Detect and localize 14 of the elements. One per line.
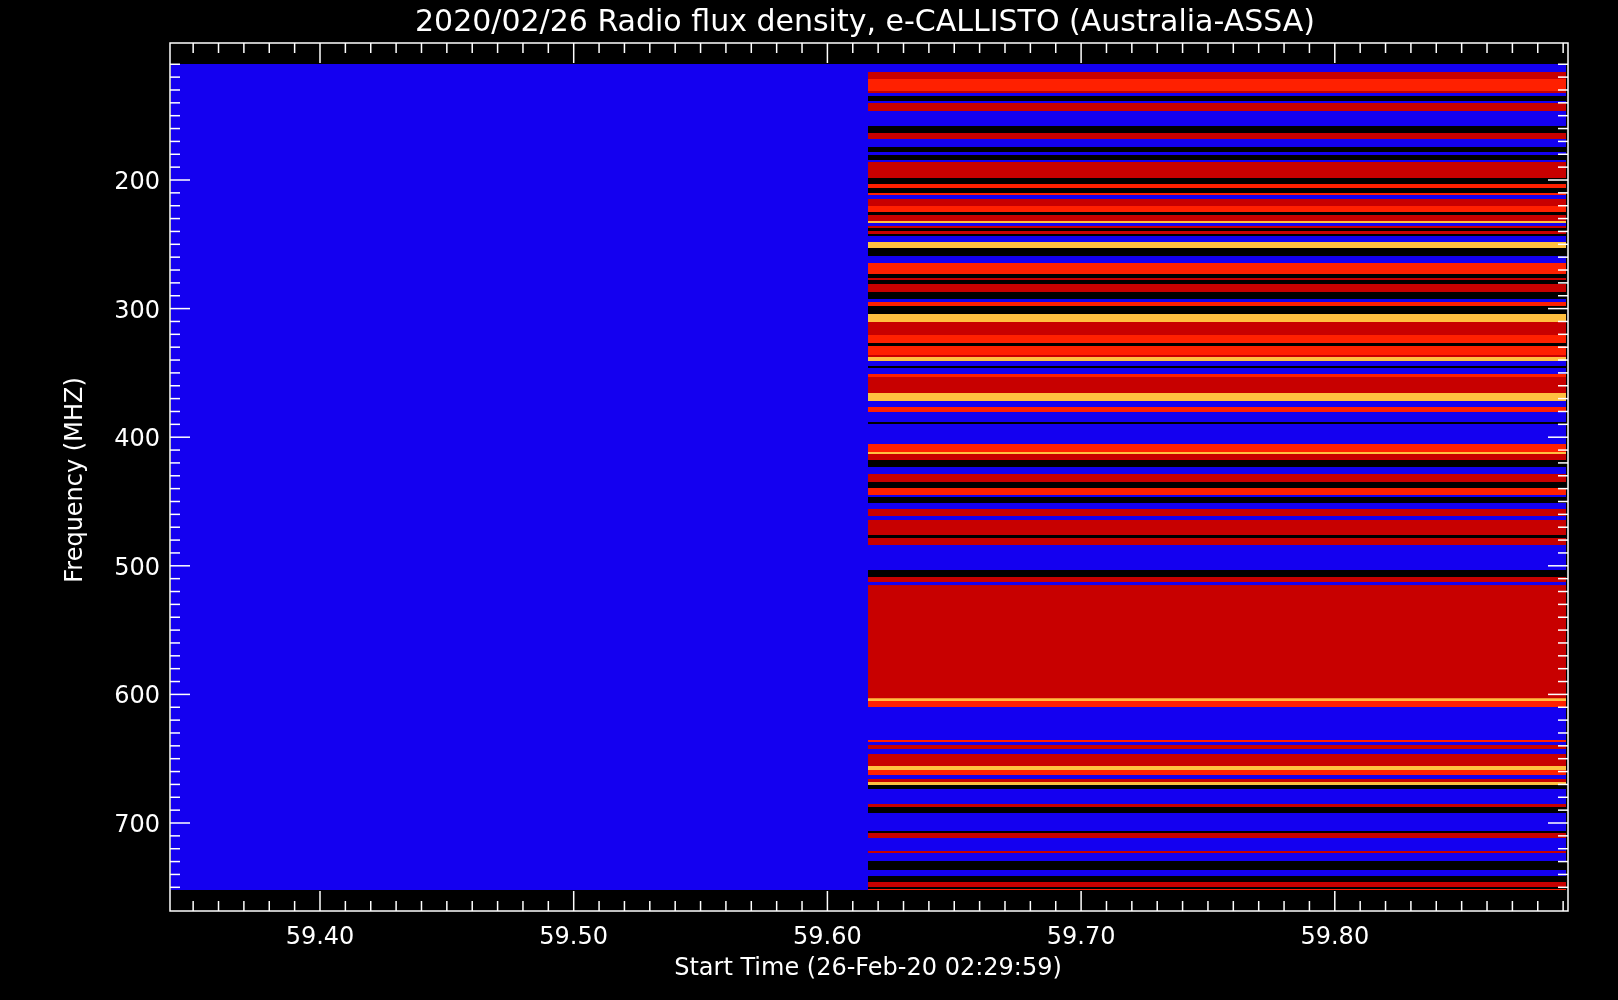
y-tick-label: 300 — [114, 295, 160, 324]
x-tick-label: 59.80 — [1300, 922, 1370, 950]
x-tick-label: 59.40 — [285, 922, 355, 950]
x-tick-label: 59.70 — [1046, 922, 1116, 950]
y-tick-label: 400 — [114, 424, 160, 453]
x-tick-label: 59.60 — [793, 922, 862, 950]
x-tick-label: 59.50 — [539, 922, 609, 950]
x-axis-label: Start Time (26-Feb-20 02:29:59) — [674, 953, 1062, 981]
chart-title: 2020/02/26 Radio flux density, e-CALLISTO (Australia-ASSA) — [414, 3, 1316, 38]
y-tick-label: 700 — [114, 810, 160, 838]
y-axis-label: Frequency (MHZ) — [60, 377, 88, 583]
y-tick-label: 200 — [114, 167, 160, 195]
y-tick-label: 500 — [114, 552, 160, 581]
y-tick-label: 600 — [114, 681, 160, 710]
